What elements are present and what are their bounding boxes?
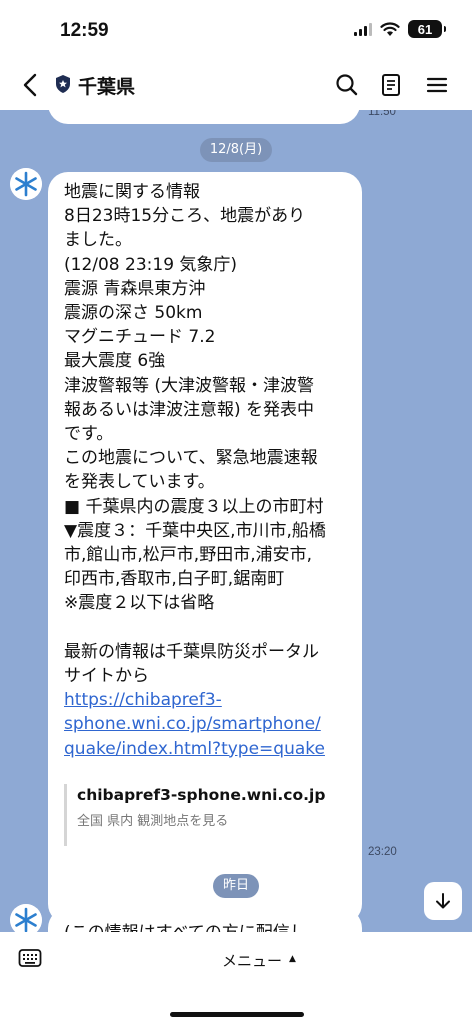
message-blank-line xyxy=(64,616,364,640)
official-shield-icon xyxy=(56,75,70,93)
message-line: マグニチュード 7.2 xyxy=(64,327,216,348)
message-line: 最大震度 6強 xyxy=(64,351,166,372)
message-line: 最新の情報は千葉県防災ポータル xyxy=(64,641,319,662)
quake-link[interactable]: quake/index.html?type=quake xyxy=(64,737,364,761)
bottom-bar: メニュー ▲ xyxy=(0,932,472,1024)
message-line: ※震度２以下は省略 xyxy=(64,593,215,614)
status-icons: 61 xyxy=(354,20,446,38)
link-preview[interactable]: chibapref3-sphone.wni.co.jp 全国 県内 観測地点を見… xyxy=(64,784,347,846)
chat-header: 千葉県 xyxy=(0,60,472,110)
keyboard-icon[interactable] xyxy=(18,948,42,968)
message-line: ▼震度３：千葉中央区,市川市,船橋 xyxy=(64,520,326,541)
previous-message-bubble[interactable] xyxy=(48,110,360,124)
next-message-snippet: (この情報はすべての方に配信し xyxy=(64,918,307,932)
message-line: 地震に関する情報 xyxy=(64,182,200,202)
signal-icon xyxy=(354,22,372,36)
message-line: ました。 xyxy=(64,230,132,251)
chiba-logo-avatar[interactable] xyxy=(10,168,42,200)
status-time: 12:59 xyxy=(60,20,109,41)
menu-icon[interactable] xyxy=(422,70,452,100)
message-line: 震源 青森県東方沖 xyxy=(64,278,206,299)
link-preview-domain: chibapref3-sphone.wni.co.jp xyxy=(77,786,326,804)
message-line: 報あるいは津波注意報) を発表中 xyxy=(64,399,315,420)
link-preview-description: 全国 県内 観測地点を見る xyxy=(77,814,229,829)
search-icon[interactable] xyxy=(332,70,362,100)
battery-icon: 61 xyxy=(408,20,446,38)
message-line: です。 xyxy=(64,424,114,445)
previous-message-time: 11:50 xyxy=(368,110,396,118)
chiba-logo-avatar-2[interactable] xyxy=(10,904,42,932)
message-line: 印西市,香取市,白子町,鋸南町 xyxy=(64,569,285,590)
chat-title: 千葉県 xyxy=(78,76,136,98)
message-line: を発表しています。 xyxy=(64,472,215,493)
message-line: ■ 千葉県内の震度３以上の市町村 xyxy=(64,496,324,517)
arrow-down-icon xyxy=(436,893,450,909)
message-time: 23:20 xyxy=(368,846,397,858)
scroll-to-bottom-button[interactable] xyxy=(424,882,462,920)
date-separator: 12/8(月) xyxy=(200,138,272,162)
message-line: 市,館山市,松戸市,野田市,浦安市, xyxy=(64,545,313,566)
caret-up-icon: ▲ xyxy=(289,954,296,964)
notes-icon[interactable] xyxy=(376,70,406,100)
message-line: 震源の深さ 50km xyxy=(64,303,203,324)
quake-link[interactable]: https://chibapref3- xyxy=(64,688,364,712)
rich-menu-toggle[interactable]: メニュー xyxy=(222,950,282,971)
next-message-bubble[interactable]: (この情報はすべての方に配信し xyxy=(48,908,362,932)
wifi-icon xyxy=(380,21,400,36)
message-line: 津波警報等 (大津波警報・津波警 xyxy=(64,375,315,396)
message-line: 8日23時15分ころ、地震があり xyxy=(64,206,306,227)
message-line: (12/08 23:19 気象庁) xyxy=(64,254,238,275)
home-indicator xyxy=(170,1012,304,1017)
quake-link[interactable]: sphone.wni.co.jp/smartphone/ xyxy=(64,712,364,736)
message-line: サイトから xyxy=(64,666,149,687)
date-separator-yesterday: 昨日 xyxy=(213,874,259,898)
message-line: この地震について、緊急地震速報 xyxy=(64,448,318,469)
back-icon[interactable] xyxy=(16,70,44,100)
message-text: 地震に関する情報 8日23時15分ころ、地震があり ました。 (12/08 23… xyxy=(64,180,364,761)
status-bar: 12:59 61 xyxy=(0,0,472,60)
